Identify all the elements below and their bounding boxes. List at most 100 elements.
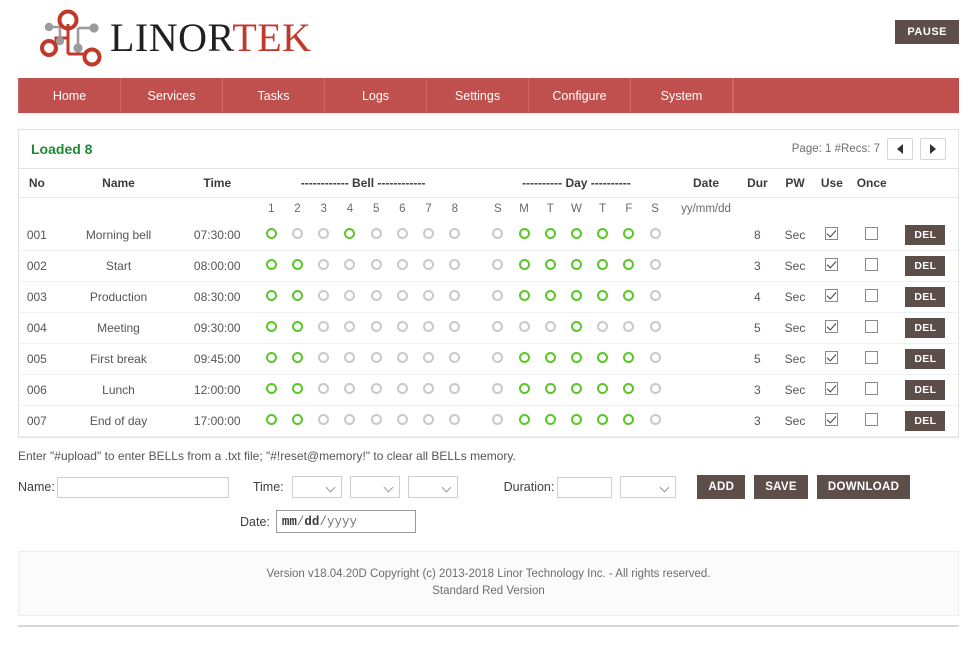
bell-toggle[interactable]: [258, 250, 285, 282]
add-button[interactable]: ADD: [697, 475, 746, 499]
row-once-checkbox[interactable]: [850, 220, 893, 251]
bell-toggle[interactable]: [389, 405, 416, 437]
day-toggle[interactable]: [589, 220, 616, 251]
day-toggle[interactable]: [563, 374, 590, 406]
day-toggle[interactable]: [589, 312, 616, 344]
day-toggle[interactable]: [510, 220, 538, 251]
bell-toggle[interactable]: [415, 281, 442, 313]
day-toggle[interactable]: [537, 281, 564, 313]
save-button[interactable]: SAVE: [754, 475, 808, 499]
nav-item-tasks[interactable]: Tasks: [223, 78, 325, 113]
day-toggle[interactable]: [510, 250, 538, 282]
bell-toggle[interactable]: [441, 250, 468, 282]
bell-toggle[interactable]: [389, 281, 416, 313]
bell-toggle[interactable]: [363, 250, 390, 282]
bell-toggle[interactable]: [363, 405, 390, 437]
bell-toggle[interactable]: [310, 281, 337, 313]
bell-toggle[interactable]: [336, 405, 364, 437]
day-toggle[interactable]: [642, 374, 669, 406]
bell-toggle[interactable]: [258, 312, 285, 344]
bell-toggle[interactable]: [389, 250, 416, 282]
row-once-checkbox[interactable]: [850, 343, 893, 375]
bell-toggle[interactable]: [441, 343, 468, 375]
bell-toggle[interactable]: [310, 343, 337, 375]
bell-toggle[interactable]: [258, 343, 285, 375]
row-use-checkbox[interactable]: [812, 312, 851, 344]
date-input[interactable]: mm / dd / yyyy: [275, 510, 416, 533]
nav-item-configure[interactable]: Configure: [529, 78, 631, 113]
bell-toggle[interactable]: [258, 281, 285, 313]
day-toggle[interactable]: [484, 220, 511, 251]
time-minute-select[interactable]: [349, 476, 400, 498]
delete-button[interactable]: DEL: [905, 318, 946, 338]
day-toggle[interactable]: [615, 343, 643, 375]
bell-toggle[interactable]: [363, 281, 390, 313]
bell-toggle[interactable]: [336, 312, 364, 344]
bell-toggle[interactable]: [310, 405, 337, 437]
day-toggle[interactable]: [642, 343, 669, 375]
bell-toggle[interactable]: [363, 220, 390, 251]
day-toggle[interactable]: [510, 343, 538, 375]
bell-toggle[interactable]: [415, 374, 442, 406]
bell-toggle[interactable]: [441, 220, 468, 251]
day-toggle[interactable]: [642, 312, 669, 344]
row-use-checkbox[interactable]: [812, 374, 851, 406]
bell-toggle[interactable]: [415, 343, 442, 375]
day-toggle[interactable]: [615, 312, 643, 344]
bell-toggle[interactable]: [363, 374, 390, 406]
bell-toggle[interactable]: [415, 220, 442, 251]
delete-button[interactable]: DEL: [905, 225, 946, 245]
bell-toggle[interactable]: [284, 250, 311, 282]
bell-toggle[interactable]: [441, 405, 468, 437]
bell-toggle[interactable]: [415, 312, 442, 344]
day-toggle[interactable]: [537, 220, 564, 251]
bell-toggle[interactable]: [389, 312, 416, 344]
delete-button[interactable]: DEL: [905, 411, 946, 431]
bell-toggle[interactable]: [363, 343, 390, 375]
day-toggle[interactable]: [563, 405, 590, 437]
bell-toggle[interactable]: [284, 405, 311, 437]
duration-input[interactable]: [557, 476, 613, 498]
day-toggle[interactable]: [537, 405, 564, 437]
bell-toggle[interactable]: [389, 343, 416, 375]
bell-toggle[interactable]: [284, 374, 311, 406]
bell-toggle[interactable]: [310, 220, 337, 251]
nav-item-system[interactable]: System: [631, 78, 733, 113]
bell-toggle[interactable]: [336, 250, 364, 282]
row-use-checkbox[interactable]: [812, 220, 851, 251]
bell-toggle[interactable]: [310, 250, 337, 282]
bell-toggle[interactable]: [363, 312, 390, 344]
row-use-checkbox[interactable]: [812, 405, 851, 437]
day-toggle[interactable]: [615, 374, 643, 406]
day-toggle[interactable]: [510, 405, 538, 437]
day-toggle[interactable]: [642, 405, 669, 437]
download-button[interactable]: DOWNLOAD: [816, 475, 911, 499]
next-page-button[interactable]: [920, 138, 946, 160]
day-toggle[interactable]: [563, 220, 590, 251]
bell-toggle[interactable]: [441, 281, 468, 313]
delete-button[interactable]: DEL: [905, 256, 946, 276]
bell-toggle[interactable]: [258, 405, 285, 437]
bell-toggle[interactable]: [336, 220, 364, 251]
row-once-checkbox[interactable]: [850, 405, 893, 437]
bell-toggle[interactable]: [441, 312, 468, 344]
nav-item-home[interactable]: Home: [18, 78, 121, 113]
day-toggle[interactable]: [537, 250, 564, 282]
day-toggle[interactable]: [484, 281, 511, 313]
row-once-checkbox[interactable]: [850, 312, 893, 344]
time-second-select[interactable]: [407, 476, 458, 498]
bell-toggle[interactable]: [284, 220, 311, 251]
row-use-checkbox[interactable]: [812, 250, 851, 282]
day-toggle[interactable]: [589, 281, 616, 313]
bell-toggle[interactable]: [415, 405, 442, 437]
day-toggle[interactable]: [537, 343, 564, 375]
bell-toggle[interactable]: [389, 374, 416, 406]
pause-button[interactable]: PAUSE: [895, 20, 959, 44]
delete-button[interactable]: DEL: [905, 287, 946, 307]
bell-toggle[interactable]: [258, 374, 285, 406]
time-hour-select[interactable]: [291, 476, 342, 498]
bell-toggle[interactable]: [284, 343, 311, 375]
day-toggle[interactable]: [642, 281, 669, 313]
delete-button[interactable]: DEL: [905, 380, 946, 400]
day-toggle[interactable]: [484, 343, 511, 375]
